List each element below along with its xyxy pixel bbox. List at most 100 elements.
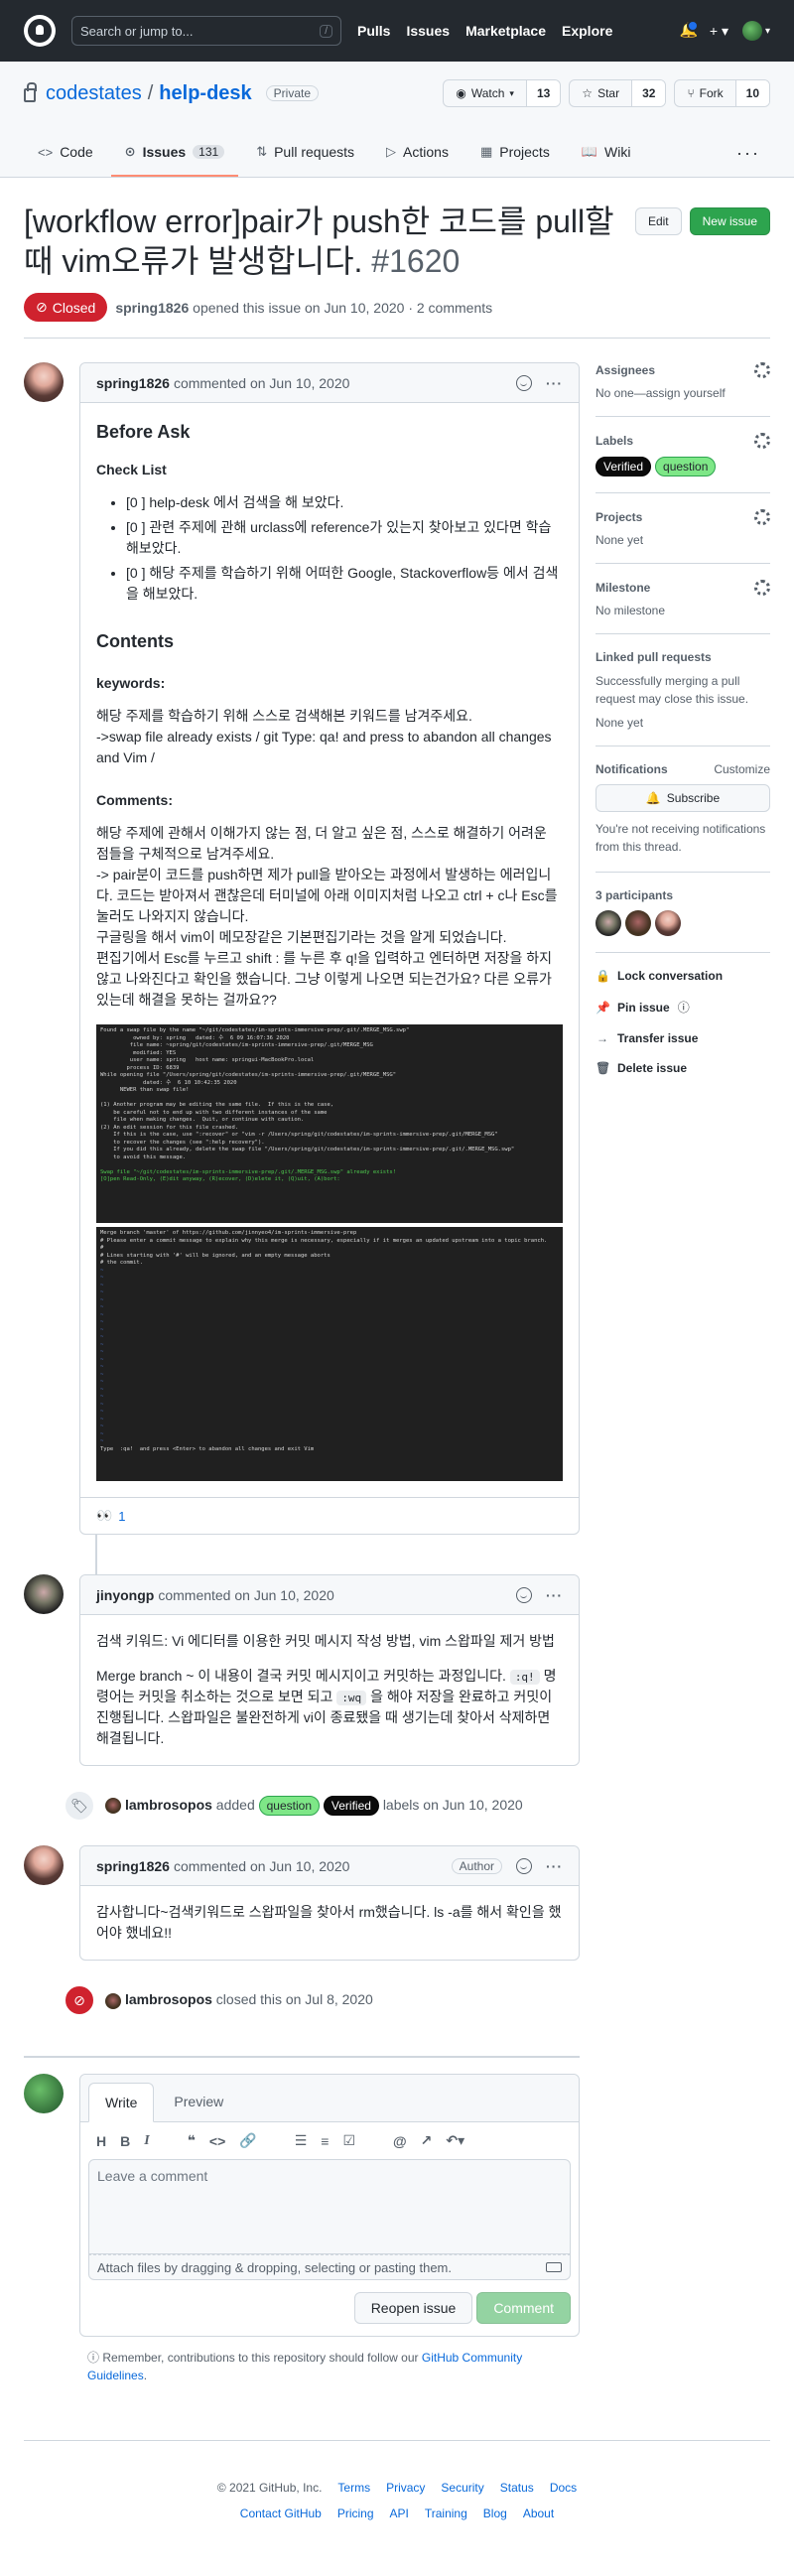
- smiley-icon[interactable]: [516, 1857, 532, 1874]
- milestone-heading[interactable]: Milestone: [596, 581, 650, 595]
- heading-icon[interactable]: H: [96, 2133, 106, 2149]
- event-timestamp[interactable]: labels on Jun 10, 2020: [383, 1797, 523, 1813]
- avatar[interactable]: [24, 1574, 64, 1614]
- assignees-heading[interactable]: Assignees: [596, 363, 655, 377]
- kebab-menu-icon[interactable]: ···: [546, 1587, 563, 1603]
- tab-projects[interactable]: ▦ Projects: [466, 129, 564, 177]
- event-actor-link[interactable]: lambrosopos: [125, 1991, 212, 2007]
- comment-timestamp[interactable]: commented on Jun 10, 2020: [158, 1587, 333, 1603]
- smiley-icon[interactable]: [516, 1586, 532, 1603]
- search-input[interactable]: Search or jump to... /: [71, 16, 341, 46]
- tab-preview[interactable]: Preview: [158, 2082, 239, 2121]
- tab-code[interactable]: <> Code: [24, 129, 107, 177]
- attach-files-bar[interactable]: Attach files by dragging & dropping, sel…: [88, 2254, 571, 2280]
- gear-icon[interactable]: [754, 433, 770, 449]
- terminal-screenshot-swap-warning[interactable]: Found a swap file by the name "~/git/cod…: [96, 1024, 563, 1223]
- fork-count[interactable]: 10: [734, 80, 769, 106]
- watch-count[interactable]: 13: [525, 80, 561, 106]
- gear-icon[interactable]: [754, 509, 770, 525]
- watch-button[interactable]: ◉ Watch ▾ 13: [443, 79, 562, 107]
- repo-owner-link[interactable]: codestates: [46, 82, 142, 105]
- create-new-dropdown[interactable]: + ▾: [710, 23, 728, 40]
- star-count[interactable]: 32: [631, 80, 666, 106]
- nav-pulls[interactable]: Pulls: [357, 23, 390, 39]
- nav-explore[interactable]: Explore: [562, 23, 612, 39]
- more-tabs-icon[interactable]: ···: [727, 129, 770, 177]
- quote-icon[interactable]: ❝: [188, 2132, 196, 2149]
- tab-wiki[interactable]: 📖 Wiki: [568, 129, 645, 177]
- bold-icon[interactable]: B: [120, 2133, 130, 2149]
- comment-timestamp[interactable]: commented on Jun 10, 2020: [174, 375, 349, 391]
- linked-prs-heading[interactable]: Linked pull requests: [596, 650, 712, 664]
- fork-button[interactable]: ⑂ Fork 10: [674, 79, 770, 107]
- avatar[interactable]: [24, 362, 64, 402]
- cross-reference-icon[interactable]: ↗: [421, 2132, 433, 2149]
- italic-icon[interactable]: I: [144, 2133, 149, 2149]
- avatar[interactable]: [24, 2074, 64, 2113]
- participant-avatar[interactable]: [596, 910, 621, 936]
- footer-link-about[interactable]: About: [523, 2507, 554, 2520]
- footer-link-security[interactable]: Security: [441, 2481, 483, 2495]
- user-menu[interactable]: ▾: [741, 21, 770, 41]
- notifications-bell-icon[interactable]: 🔔: [680, 20, 699, 39]
- gear-icon[interactable]: [754, 362, 770, 378]
- footer-link-contact[interactable]: Contact GitHub: [240, 2507, 322, 2520]
- footer-link-terms[interactable]: Terms: [337, 2481, 370, 2495]
- repo-name-link[interactable]: help-desk: [159, 82, 251, 105]
- comment-author-link[interactable]: jinyongp: [96, 1587, 154, 1603]
- footer-link-privacy[interactable]: Privacy: [386, 2481, 425, 2495]
- kebab-menu-icon[interactable]: ···: [546, 375, 563, 391]
- footer-link-pricing[interactable]: Pricing: [337, 2507, 374, 2520]
- edit-title-button[interactable]: Edit: [634, 207, 682, 235]
- task-list-icon[interactable]: ☑: [342, 2132, 355, 2149]
- footer-link-api[interactable]: API: [390, 2507, 409, 2520]
- tab-pull-requests[interactable]: ⇅ Pull requests: [242, 129, 368, 177]
- pin-issue-link[interactable]: 📌 Pin issue ⓘ: [596, 999, 770, 1016]
- link-icon[interactable]: 🔗: [239, 2132, 256, 2149]
- comment-textarea[interactable]: Leave a comment: [88, 2159, 571, 2254]
- gear-icon[interactable]: [754, 580, 770, 596]
- subscribe-button[interactable]: 🔔 Subscribe: [596, 784, 770, 812]
- mention-icon[interactable]: @: [393, 2133, 407, 2149]
- numbered-list-icon[interactable]: ≡: [321, 2133, 329, 2149]
- tab-issues[interactable]: ⊙ Issues 131: [110, 129, 239, 177]
- transfer-issue-link[interactable]: → Transfer issue: [596, 1031, 770, 1045]
- label-question[interactable]: question: [258, 1796, 320, 1816]
- nav-issues[interactable]: Issues: [406, 23, 450, 39]
- comment-author-link[interactable]: spring1826: [96, 1858, 170, 1874]
- nav-marketplace[interactable]: Marketplace: [465, 23, 546, 39]
- avatar[interactable]: [105, 1992, 121, 2009]
- info-icon[interactable]: ⓘ: [678, 999, 690, 1016]
- markdown-icon[interactable]: [546, 2262, 562, 2272]
- reopen-issue-button[interactable]: Reopen issue: [353, 2292, 473, 2324]
- kebab-menu-icon[interactable]: ···: [546, 1858, 563, 1874]
- issue-author-link[interactable]: spring1826: [115, 300, 189, 316]
- github-logo-icon[interactable]: [24, 15, 56, 47]
- label-verified[interactable]: Verified: [323, 1796, 379, 1816]
- avatar[interactable]: [24, 1845, 64, 1885]
- star-button[interactable]: ☆ Star 32: [569, 79, 667, 107]
- smiley-icon[interactable]: [516, 374, 532, 391]
- code-icon[interactable]: <>: [209, 2133, 225, 2149]
- participant-avatar[interactable]: [625, 910, 651, 936]
- new-issue-button[interactable]: New issue: [689, 207, 770, 235]
- label-question[interactable]: question: [655, 457, 717, 476]
- projects-heading[interactable]: Projects: [596, 510, 642, 524]
- label-verified[interactable]: Verified: [596, 457, 652, 476]
- footer-link-blog[interactable]: Blog: [483, 2507, 507, 2520]
- bullet-list-icon[interactable]: ☰: [295, 2132, 308, 2149]
- footer-link-status[interactable]: Status: [500, 2481, 534, 2495]
- participant-avatar[interactable]: [655, 910, 681, 936]
- assignees-value[interactable]: No one—assign yourself: [596, 386, 726, 400]
- terminal-screenshot-merge-message[interactable]: Merge branch 'master' of https://github.…: [96, 1227, 563, 1481]
- avatar[interactable]: [105, 1798, 121, 1815]
- tab-write[interactable]: Write: [88, 2083, 155, 2122]
- tab-actions[interactable]: ▷ Actions: [372, 129, 463, 177]
- delete-issue-link[interactable]: 🗑 Delete issue: [596, 1061, 770, 1075]
- comment-button[interactable]: Comment: [476, 2292, 571, 2324]
- reaction-eyes[interactable]: 👀 1: [96, 1508, 125, 1524]
- footer-link-docs[interactable]: Docs: [550, 2481, 577, 2495]
- customize-link[interactable]: Customize: [714, 762, 770, 776]
- event-actor-link[interactable]: lambrosopos: [125, 1797, 212, 1813]
- footer-link-training[interactable]: Training: [425, 2507, 467, 2520]
